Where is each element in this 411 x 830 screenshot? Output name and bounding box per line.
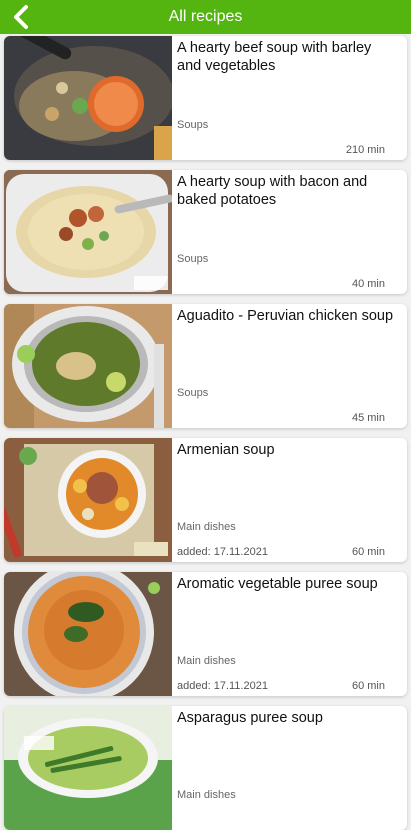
recipe-added-date: added: 17.11.2021	[177, 680, 268, 692]
back-button[interactable]	[10, 3, 44, 31]
recipe-time: 60 min	[351, 546, 385, 558]
recipe-category: Soups	[177, 387, 209, 399]
recipe-card[interactable]: Aguadito - Peruvian chicken soup Soups 4…	[4, 304, 407, 428]
recipe-thumbnail	[4, 304, 172, 428]
recipe-time: 210 min	[345, 144, 385, 156]
recipe-title: Aromatic vegetable puree soup	[177, 576, 378, 592]
recipe-title: Asparagus puree soup	[177, 710, 323, 726]
recipe-card[interactable]: A hearty beef soup with barley and veget…	[4, 36, 407, 160]
recipe-time: 40 min	[351, 278, 385, 290]
recipe-title: A hearty beef soup with barley and veget…	[177, 40, 372, 74]
recipe-thumbnail	[4, 36, 172, 160]
recipe-card[interactable]: Armenian soup Main dishes added: 17.11.2…	[4, 438, 407, 562]
recipe-thumbnail	[4, 438, 172, 562]
recipe-card[interactable]: A hearty soup with bacon and baked potat…	[4, 170, 407, 294]
recipe-title: Aguadito - Peruvian chicken soup	[177, 308, 394, 324]
page-title: All recipes	[168, 8, 243, 25]
recipe-title: Armenian soup	[177, 442, 275, 458]
chevron-left-icon	[14, 5, 28, 29]
app-header: All recipes	[0, 0, 411, 34]
recipe-card[interactable]: Asparagus puree soup Main dishes	[4, 706, 407, 830]
recipe-time: 45 min	[351, 412, 385, 424]
recipe-category: Main dishes	[177, 789, 236, 801]
recipe-category: Soups	[177, 253, 209, 265]
recipe-added-date: added: 17.11.2021	[177, 546, 268, 558]
recipe-card[interactable]: Aromatic vegetable puree soup Main dishe…	[4, 572, 407, 696]
recipe-thumbnail	[4, 170, 172, 294]
recipe-thumbnail	[4, 706, 172, 830]
recipe-thumbnail	[4, 572, 172, 696]
recipe-category: Soups	[177, 119, 209, 131]
recipe-time: 60 min	[351, 680, 385, 692]
recipe-category: Main dishes	[177, 521, 236, 533]
recipe-category: Main dishes	[177, 655, 236, 667]
recipe-title: A hearty soup with bacon and baked potat…	[177, 174, 368, 208]
